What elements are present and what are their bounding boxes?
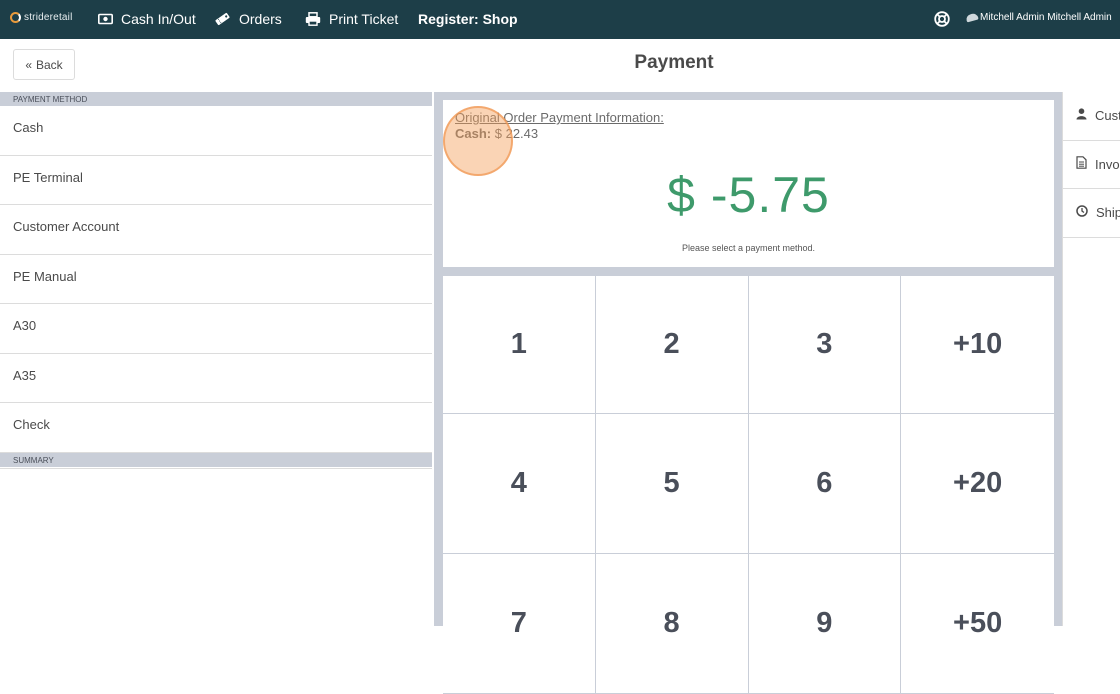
original-order-title: Original Order Payment Information: [455, 110, 664, 125]
summary-header: SUMMARY [0, 452, 432, 467]
nav-print-ticket-button[interactable]: Print Ticket [305, 11, 398, 27]
printer-icon [305, 12, 321, 26]
document-icon [1076, 156, 1087, 172]
user-menu[interactable]: Mitchell Admin Mitchell Admin [965, 12, 1112, 23]
summary-body [0, 467, 432, 469]
amount-due: $ -5.75 [667, 167, 830, 223]
page-title: Payment [634, 52, 714, 73]
payment-info-box: Original Order Payment Information: Cash… [443, 100, 1054, 267]
key-plus-50[interactable]: +50 [901, 554, 1054, 694]
payment-method-pe-manual[interactable]: PE Manual [0, 254, 432, 304]
key-7[interactable]: 7 [443, 554, 596, 694]
numeric-keypad: 1 2 3 +10 4 5 6 +20 7 8 9 +50 [443, 276, 1054, 694]
double-chevron-left-icon: « [25, 57, 32, 72]
back-button[interactable]: « Back [13, 49, 75, 80]
payment-method-check[interactable]: Check [0, 403, 432, 453]
invoice-button[interactable]: Invoice [1063, 141, 1120, 189]
app-logo: strideretail [10, 12, 73, 23]
right-action-panel: Customer Invoice Ship Later [1062, 92, 1120, 626]
payment-method-panel: PAYMENT METHOD Cash PE Terminal Customer… [0, 92, 432, 626]
original-cash-value: $ 22.43 [494, 126, 539, 141]
cash-icon [98, 13, 113, 25]
payment-method-pe-terminal[interactable]: PE Terminal [0, 155, 432, 205]
nav-print-ticket-label: Print Ticket [329, 11, 399, 27]
ship-later-button[interactable]: Ship Later [1063, 189, 1120, 238]
customer-button[interactable]: Customer [1063, 92, 1120, 141]
register-name: Register: Shop [418, 11, 518, 27]
payment-method-a35[interactable]: A35 [0, 353, 432, 403]
original-cash-label: Cash: [455, 126, 492, 141]
key-9[interactable]: 9 [748, 554, 902, 694]
key-plus-10[interactable]: +10 [901, 276, 1054, 414]
original-cash-line: Cash: $ 22.43 [455, 126, 538, 141]
nav-cash-in-out-button[interactable]: Cash In/Out [98, 11, 196, 27]
payment-method-cash[interactable]: Cash [0, 106, 432, 156]
user-avatar [965, 12, 979, 23]
key-1[interactable]: 1 [443, 276, 596, 414]
payment-method-header: PAYMENT METHOD [0, 92, 432, 106]
key-5[interactable]: 5 [595, 414, 749, 554]
payment-instruction: Please select a payment method. [681, 243, 816, 253]
key-plus-20[interactable]: +20 [901, 414, 1054, 554]
payment-method-customer-account[interactable]: Customer Account [0, 205, 432, 255]
logo-icon [10, 12, 21, 23]
key-8[interactable]: 8 [595, 554, 749, 694]
ship-later-button-label: Ship Later [1096, 205, 1120, 221]
back-button-label: Back [36, 57, 63, 72]
payment-method-a30[interactable]: A30 [0, 304, 432, 354]
clock-icon [1076, 205, 1088, 220]
key-2[interactable]: 2 [595, 276, 749, 414]
user-name: Mitchell Admin Mitchell Admin [980, 12, 1112, 23]
key-4[interactable]: 4 [443, 414, 596, 554]
key-3[interactable]: 3 [748, 276, 902, 414]
top-navbar: strideretail Cash In/Out Orders Print Ti… [0, 0, 1120, 39]
tag-icon [214, 12, 231, 26]
key-6[interactable]: 6 [748, 414, 902, 554]
help-lifebuoy-icon[interactable] [934, 11, 950, 32]
logo-text: strideretail [24, 12, 73, 23]
customer-button-label: Customer [1095, 108, 1120, 124]
payment-center-panel: Original Order Payment Information: Cash… [434, 92, 1062, 694]
nav-cash-in-out-label: Cash In/Out [121, 11, 196, 27]
invoice-button-label: Invoice [1095, 156, 1120, 172]
nav-orders-label: Orders [239, 11, 282, 27]
nav-orders-button[interactable]: Orders [214, 11, 282, 27]
user-icon [1076, 108, 1087, 123]
